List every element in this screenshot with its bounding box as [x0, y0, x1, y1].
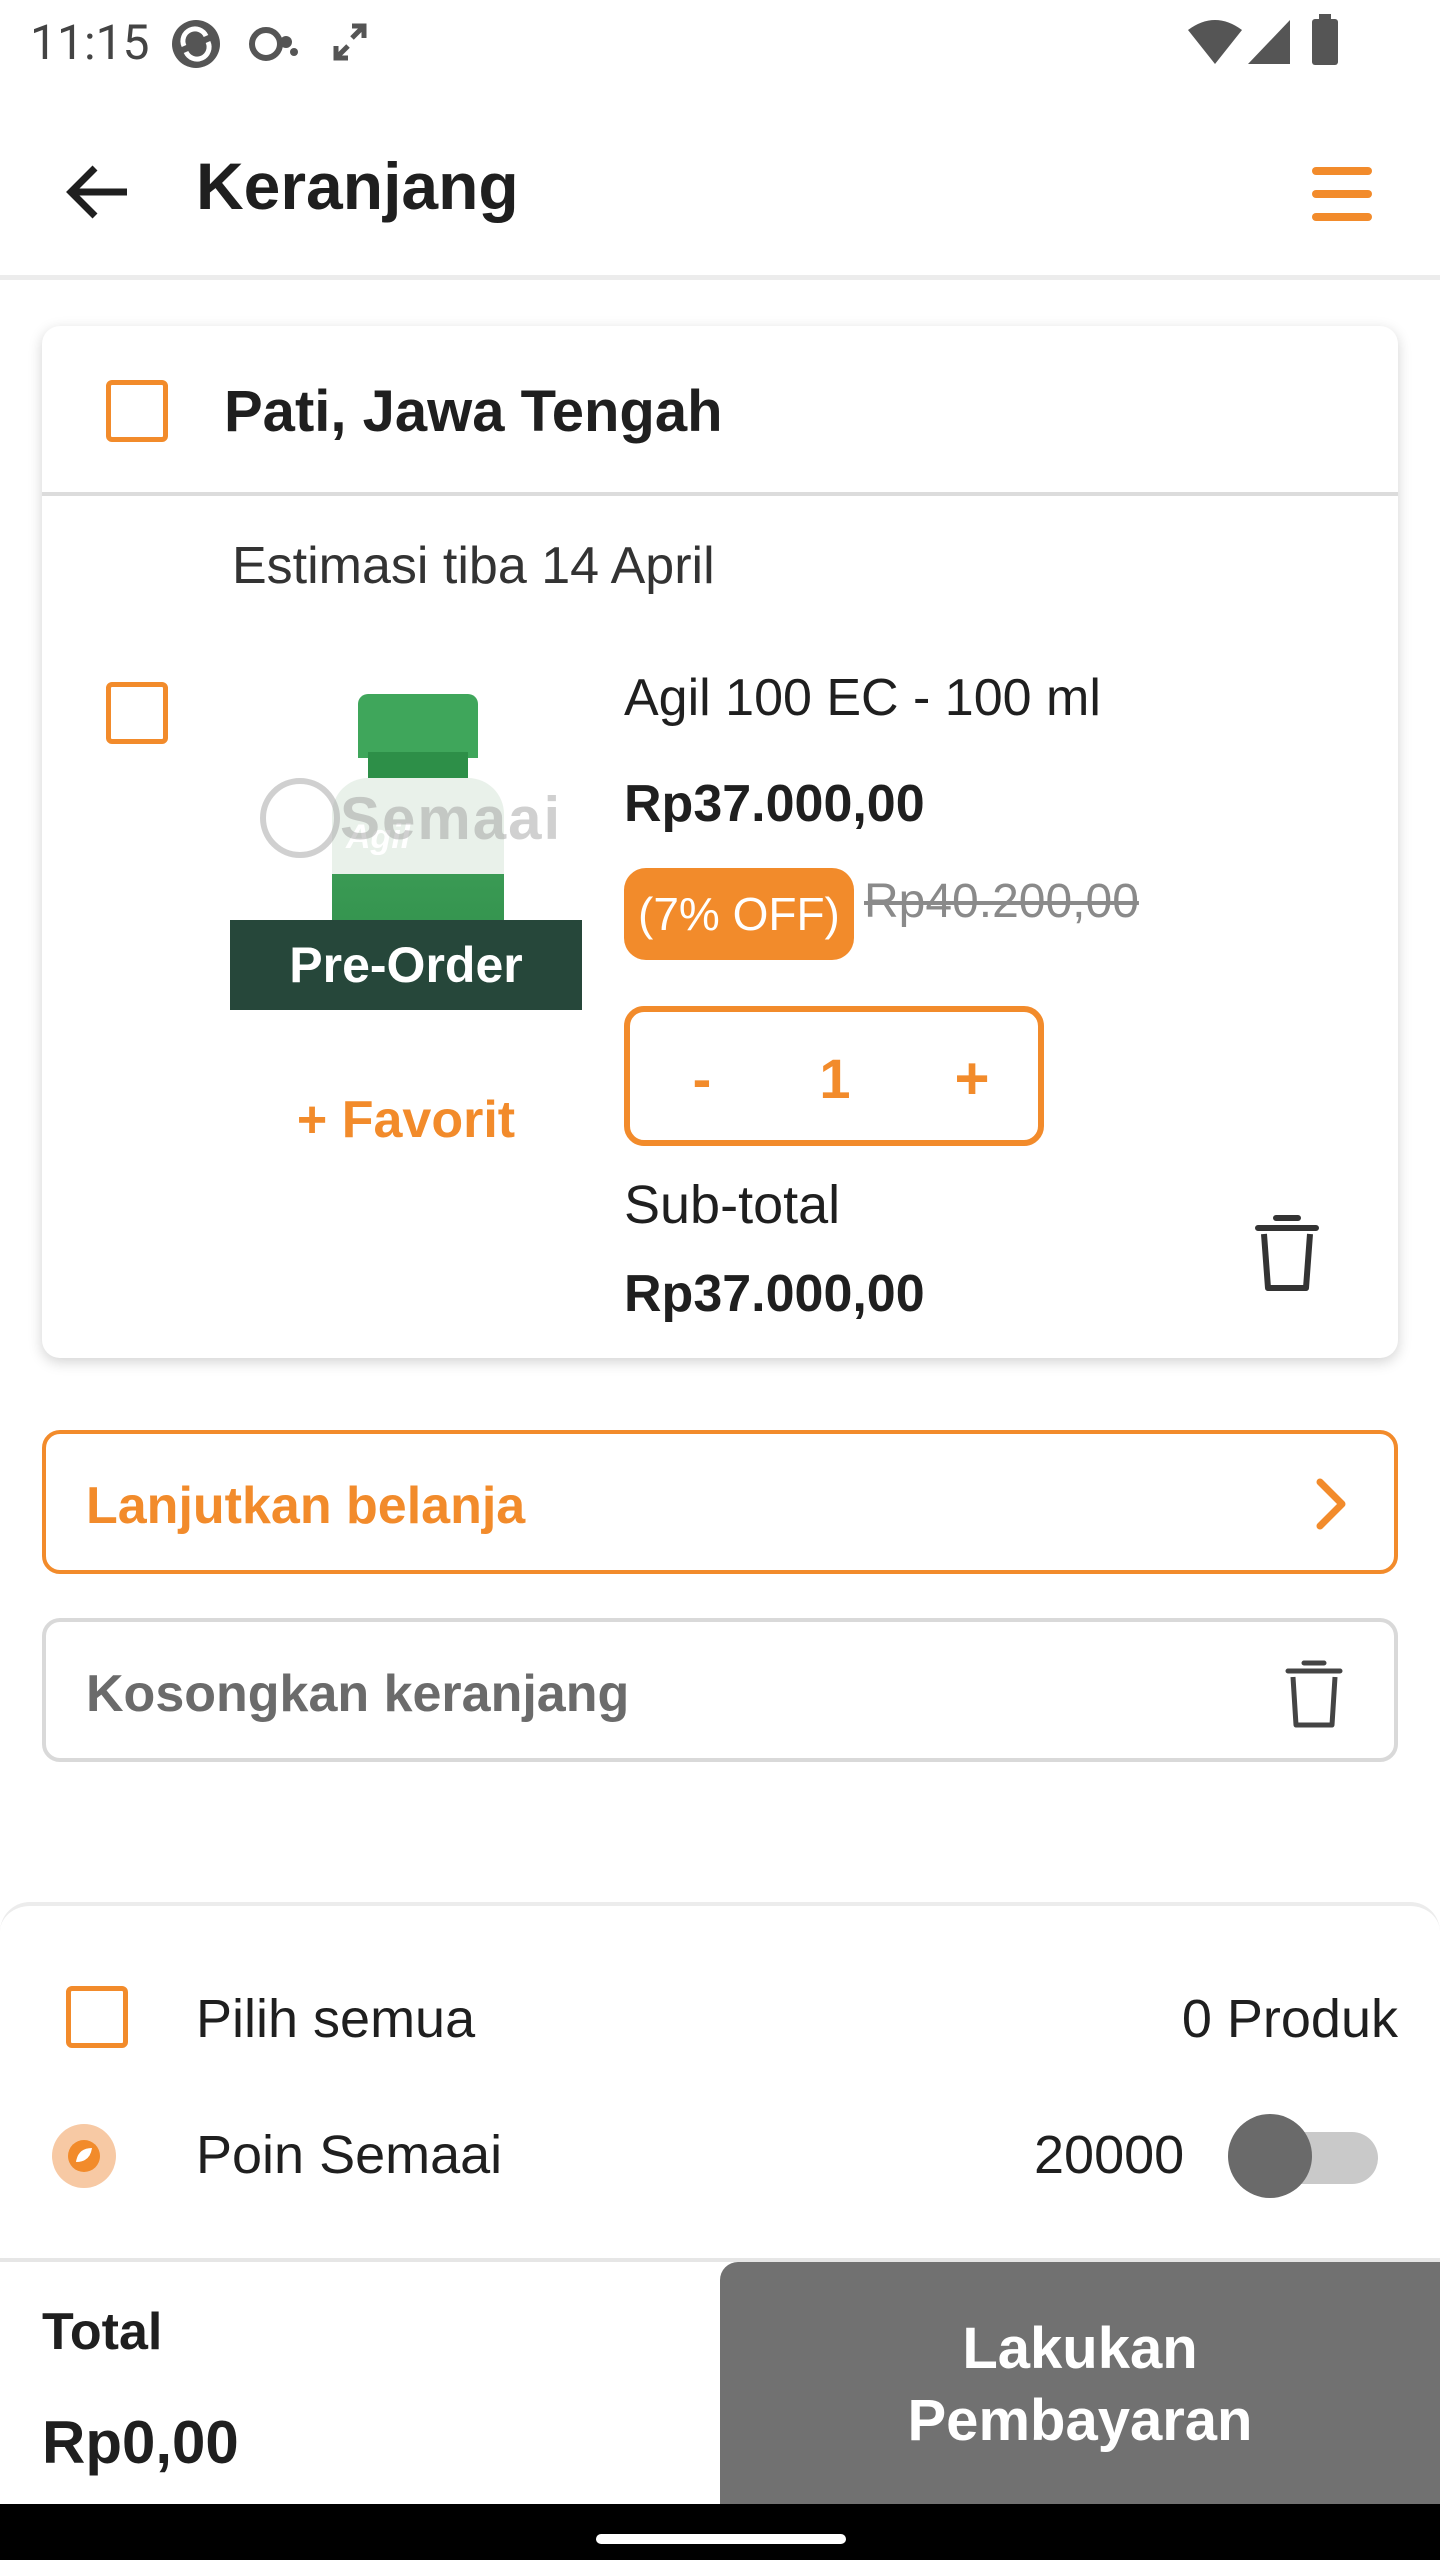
app-bar: Keranjang	[0, 84, 1440, 280]
system-navigation-bar	[0, 2504, 1440, 2560]
product-name[interactable]: Agil 100 EC - 100 ml	[624, 668, 1101, 728]
points-label: Poin Semaai	[196, 2125, 503, 2185]
store-name: Pati, Jawa Tengah	[224, 379, 723, 444]
menu-button[interactable]	[1294, 146, 1390, 242]
selected-product-count: 0 Produk	[1181, 1989, 1398, 2049]
continue-shopping-button[interactable]: Lanjutkan belanja	[42, 1430, 1398, 1574]
empty-cart-button[interactable]: Kosongkan keranjang	[42, 1618, 1398, 1762]
total-bar: Total Rp0,00 Lakukan Pembayaran	[0, 2258, 1440, 2508]
add-favorite-button[interactable]: + Favorit	[230, 1090, 582, 1150]
watermark-leaf-icon	[260, 778, 340, 858]
page-title: Keranjang	[196, 149, 519, 223]
summary-panel: Pilih semua 0 Produk Poin Semaai 20000	[0, 1902, 1440, 2262]
signal-icon	[1246, 18, 1292, 71]
store-header: Pati, Jawa Tengah	[42, 326, 1398, 496]
points-value: 20000	[1034, 2125, 1185, 2185]
trash-icon	[1255, 1215, 1319, 1291]
hamburger-menu-icon	[1312, 167, 1372, 221]
quantity-stepper: - 1 +	[624, 1006, 1044, 1146]
select-all-checkbox[interactable]	[66, 1986, 128, 2048]
sync-icon	[168, 16, 224, 77]
chevron-right-icon	[1316, 1478, 1346, 1530]
status-bar: 11:15	[0, 0, 1440, 84]
original-price: Rp40.200,00	[864, 875, 1139, 928]
product-price: Rp37.000,00	[624, 775, 925, 833]
cart-store-card: Pati, Jawa Tengah Estimasi tiba 14 April…	[42, 326, 1398, 1358]
trash-icon	[1285, 1660, 1343, 1728]
delete-item-button[interactable]	[1242, 1204, 1332, 1304]
image-watermark: Semaai	[340, 785, 563, 852]
total-label: Total	[42, 2303, 163, 2361]
delivery-estimate: Estimasi tiba 14 April	[232, 537, 715, 595]
arrow-left-icon	[66, 165, 127, 219]
discount-badge: (7% OFF)	[624, 868, 854, 960]
increase-quantity-button[interactable]: +	[932, 1038, 1012, 1118]
cloud-icon	[246, 22, 300, 71]
home-gesture-handle[interactable]	[596, 2534, 846, 2544]
store-checkbox[interactable]	[106, 380, 168, 442]
wifi-icon	[1186, 18, 1244, 71]
pay-button[interactable]: Lakukan Pembayaran	[720, 2262, 1440, 2508]
preorder-badge: Pre-Order	[230, 920, 582, 1010]
status-time: 11:15	[30, 14, 150, 71]
quantity-value: 1	[819, 1046, 851, 1110]
expand-icon	[330, 20, 370, 69]
semaai-points-icon	[52, 2124, 116, 2188]
total-value: Rp0,00	[42, 2409, 239, 2476]
pay-button-label: Lakukan Pembayaran	[907, 2315, 1253, 2454]
battery-icon	[1310, 14, 1340, 71]
back-button[interactable]	[50, 144, 146, 240]
empty-cart-label: Kosongkan keranjang	[86, 1665, 630, 1723]
subtotal-label: Sub-total	[624, 1175, 841, 1235]
decrease-quantity-button[interactable]: -	[662, 1038, 742, 1118]
item-checkbox[interactable]	[106, 682, 168, 744]
continue-shopping-label: Lanjutkan belanja	[86, 1477, 526, 1535]
points-toggle[interactable]	[1228, 2114, 1388, 2198]
select-all-label: Pilih semua	[196, 1989, 476, 2049]
subtotal-value: Rp37.000,00	[624, 1265, 925, 1323]
